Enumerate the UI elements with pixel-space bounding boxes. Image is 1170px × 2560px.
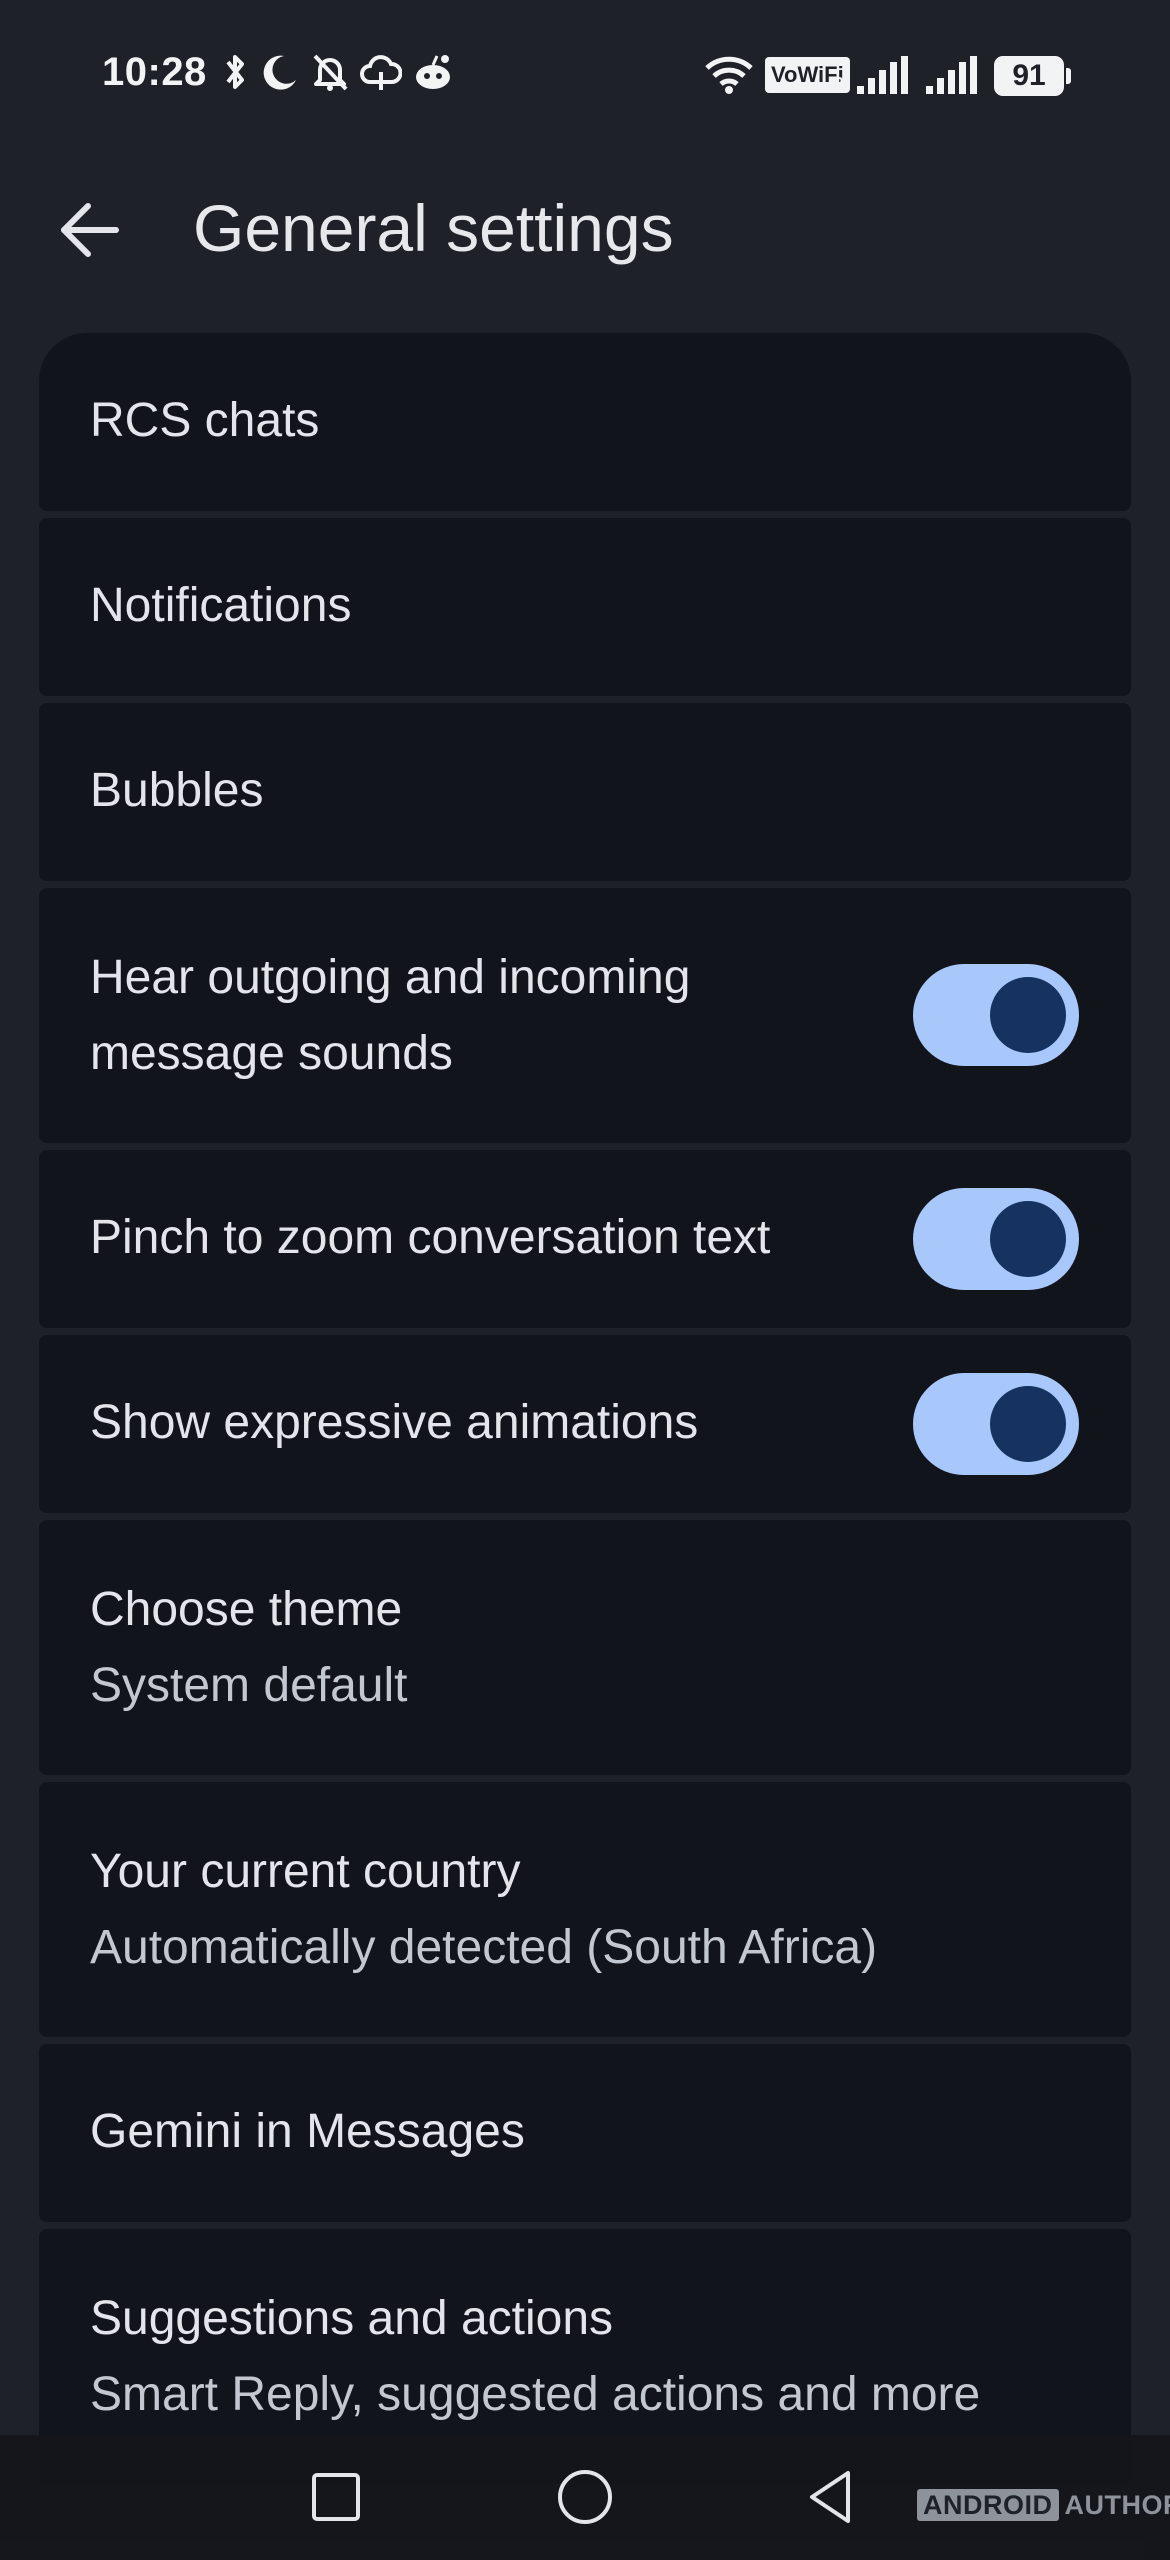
- pinch-to-zoom-toggle[interactable]: [913, 1188, 1079, 1290]
- setting-rcs-chats[interactable]: RCS chats: [39, 333, 1131, 511]
- status-bar: 10:28 VoWiFi 2 91: [0, 0, 1170, 150]
- setting-bubbles[interactable]: Bubbles: [39, 703, 1131, 881]
- vowifi-sim: 2: [834, 74, 845, 94]
- reddit-icon: [416, 55, 450, 89]
- setting-label: Suggestions and actions: [90, 2292, 614, 2345]
- watermark-part1: ANDROID: [917, 2489, 1059, 2521]
- page-title: General settings: [193, 191, 674, 265]
- home-circle-icon[interactable]: [556, 2468, 614, 2526]
- settings-list: RCS chats Notifications Bubbles Hear out…: [39, 333, 1131, 2491]
- setting-label: Bubbles: [90, 764, 264, 817]
- setting-label-line1: Hear outgoing and incoming: [90, 951, 691, 1004]
- watermark-part2: AUTHORITY: [1064, 2490, 1170, 2520]
- setting-label-line2: message sounds: [90, 1027, 453, 1080]
- bluetooth-icon: [226, 55, 244, 89]
- setting-sublabel: Smart Reply, suggested actions and more: [90, 2368, 981, 2421]
- setting-choose-theme[interactable]: Choose theme System default: [39, 1520, 1131, 1775]
- setting-label: Notifications: [90, 579, 352, 632]
- battery-tip: [1066, 68, 1071, 84]
- toggle-thumb: [990, 977, 1066, 1053]
- toggle-thumb: [990, 1201, 1066, 1277]
- setting-gemini[interactable]: Gemini in Messages: [39, 2044, 1131, 2222]
- watermark-logo: ANDROIDAUTHORITY: [917, 2489, 1170, 2521]
- setting-pinch-to-zoom[interactable]: Pinch to zoom conversation text: [39, 1150, 1131, 1328]
- setting-sublabel: System default: [90, 1659, 408, 1712]
- recents-square-icon[interactable]: [310, 2471, 362, 2523]
- wifi-icon: [705, 56, 753, 94]
- expressive-animations-toggle[interactable]: [913, 1373, 1079, 1475]
- setting-label: RCS chats: [90, 394, 320, 447]
- status-time: 10:28: [102, 50, 207, 94]
- signal-icon: [926, 56, 977, 94]
- back-button[interactable]: [50, 190, 130, 270]
- cloud-icon: [360, 55, 402, 90]
- moon-icon: [263, 55, 296, 90]
- setting-sublabel: Automatically detected (South Africa): [90, 1921, 878, 1974]
- setting-label: Show expressive animations: [90, 1396, 699, 1449]
- battery-level: 91: [994, 56, 1064, 96]
- arrow-left-icon: [61, 203, 119, 257]
- bell-off-icon: [313, 54, 348, 91]
- toggle-thumb: [990, 1386, 1066, 1462]
- back-triangle-icon[interactable]: [806, 2469, 854, 2525]
- setting-label: Choose theme: [90, 1583, 403, 1636]
- setting-label: Pinch to zoom conversation text: [90, 1211, 771, 1264]
- message-sounds-toggle[interactable]: [913, 964, 1079, 1066]
- setting-label: Gemini in Messages: [90, 2105, 525, 2158]
- setting-notifications[interactable]: Notifications: [39, 518, 1131, 696]
- setting-message-sounds[interactable]: Hear outgoing and incoming message sound…: [39, 888, 1131, 1143]
- setting-expressive-animations[interactable]: Show expressive animations: [39, 1335, 1131, 1513]
- setting-label: Your current country: [90, 1845, 521, 1898]
- signal-icon: [857, 56, 908, 94]
- setting-current-country[interactable]: Your current country Automatically detec…: [39, 1782, 1131, 2037]
